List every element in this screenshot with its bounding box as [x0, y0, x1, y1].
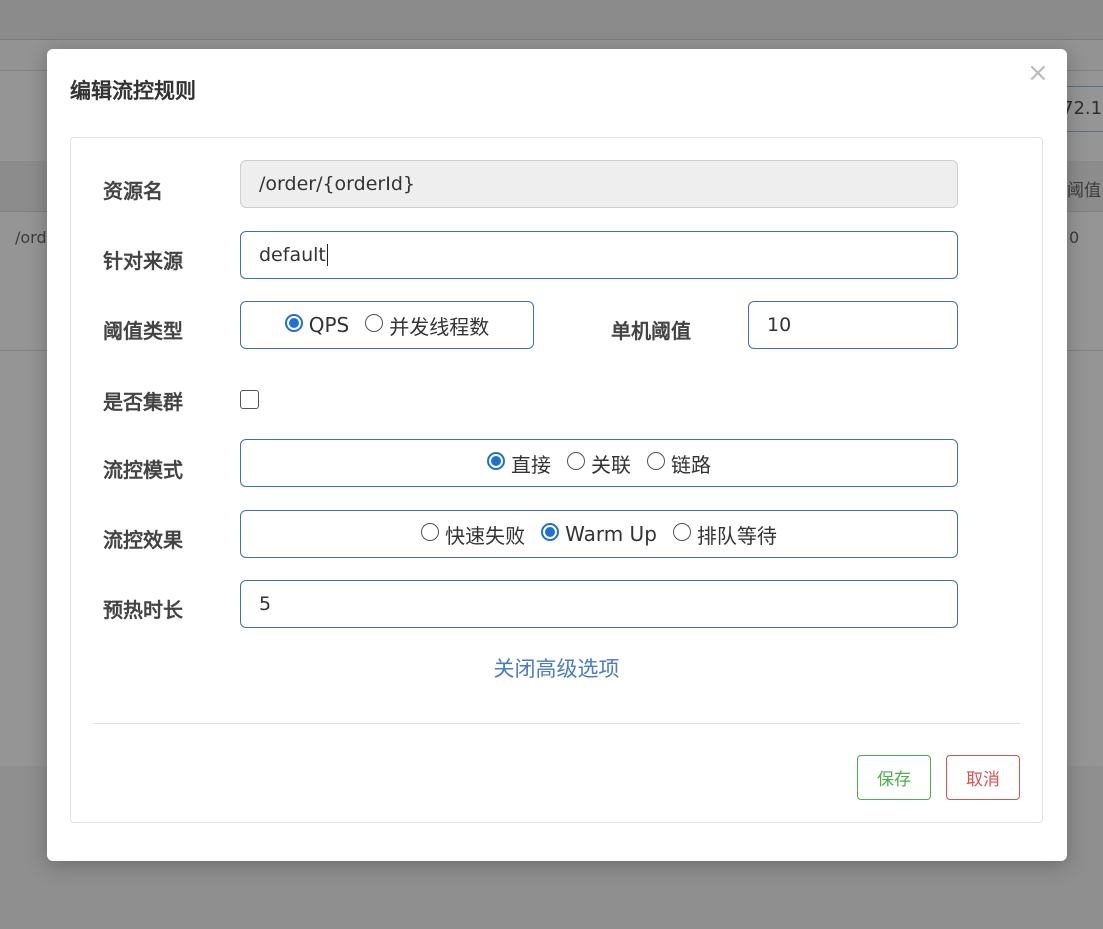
strategy-radio-group: 直接 关联 链路: [240, 439, 958, 487]
radio-selected-icon: [487, 452, 505, 470]
limit-app-input[interactable]: default: [240, 231, 958, 279]
radio-label: 排队等待: [696, 523, 777, 548]
cancel-button[interactable]: 取消: [946, 755, 1020, 800]
count-input[interactable]: 10: [748, 301, 958, 349]
cluster-mode-checkbox[interactable]: [240, 390, 259, 409]
warmup-period-value: 5: [259, 593, 272, 615]
radio-unselected-icon: [567, 452, 585, 470]
threshold-type-qps-radio[interactable]: QPS: [284, 313, 350, 337]
threshold-type-thread-radio[interactable]: 并发线程数: [365, 311, 489, 340]
close-advanced-options-link[interactable]: 关闭高级选项: [71, 653, 1042, 683]
warmup-period-label: 预热时长: [103, 598, 183, 622]
radio-selected-icon: [284, 314, 303, 332]
warmup-period-input[interactable]: 5: [240, 580, 958, 628]
radio-unselected-icon: [365, 314, 384, 332]
radio-unselected-icon: [647, 452, 665, 470]
resource-name-field: /order/{orderId}: [240, 160, 958, 208]
radio-label: 链路: [671, 452, 711, 477]
radio-label: 关联: [591, 452, 631, 477]
threshold-type-radio-group: QPS 并发线程数: [240, 301, 534, 349]
radio-label: QPS: [308, 313, 350, 337]
resource-name-label: 资源名: [103, 179, 163, 203]
count-label: 单机阈值: [611, 319, 691, 343]
limit-app-label: 针对来源: [103, 249, 183, 273]
dialog-form: 资源名 /order/{orderId} 针对来源 default 阈值类型 Q…: [70, 137, 1043, 823]
edit-flow-rule-dialog: 编辑流控规则 × 资源名 /order/{orderId} 针对来源 defau…: [47, 49, 1067, 861]
radio-selected-icon: [541, 523, 560, 541]
background-top-bar: [0, 0, 1103, 40]
radio-label: 快速失败: [445, 523, 526, 548]
control-behavior-queue-radio[interactable]: 排队等待: [672, 520, 777, 549]
control-behavior-fail-fast-radio[interactable]: 快速失败: [421, 520, 525, 549]
resource-name-value: /order/{orderId}: [259, 173, 415, 195]
count-value: 10: [767, 314, 792, 336]
cluster-mode-label: 是否集群: [103, 390, 183, 414]
radio-unselected-icon: [672, 523, 691, 541]
footer-divider: [93, 723, 1020, 724]
threshold-type-label: 阈值类型: [103, 319, 183, 343]
background-ip-text: 72.17: [1062, 98, 1103, 119]
radio-label: 并发线程数: [389, 314, 490, 339]
control-behavior-label: 流控效果: [103, 528, 183, 552]
save-button[interactable]: 保存: [857, 755, 931, 800]
background-table-header-cell: 阈值: [1067, 181, 1101, 201]
control-behavior-warm-up-radio[interactable]: Warm Up: [541, 522, 657, 546]
radio-label: 直接: [511, 452, 551, 477]
strategy-relate-radio[interactable]: 关联: [567, 449, 631, 478]
dialog-title: 编辑流控规则: [70, 79, 196, 103]
close-icon[interactable]: ×: [1027, 60, 1049, 86]
radio-label: Warm Up: [565, 522, 657, 546]
radio-unselected-icon: [421, 523, 440, 541]
background-table-cell: 0: [1069, 228, 1080, 247]
limit-app-value: default: [259, 244, 326, 266]
strategy-direct-radio[interactable]: 直接: [487, 449, 551, 478]
strategy-label: 流控模式: [103, 458, 183, 482]
text-caret: [326, 244, 328, 266]
control-behavior-radio-group: 快速失败 Warm Up 排队等待: [240, 510, 958, 558]
strategy-chain-radio[interactable]: 链路: [647, 449, 711, 478]
